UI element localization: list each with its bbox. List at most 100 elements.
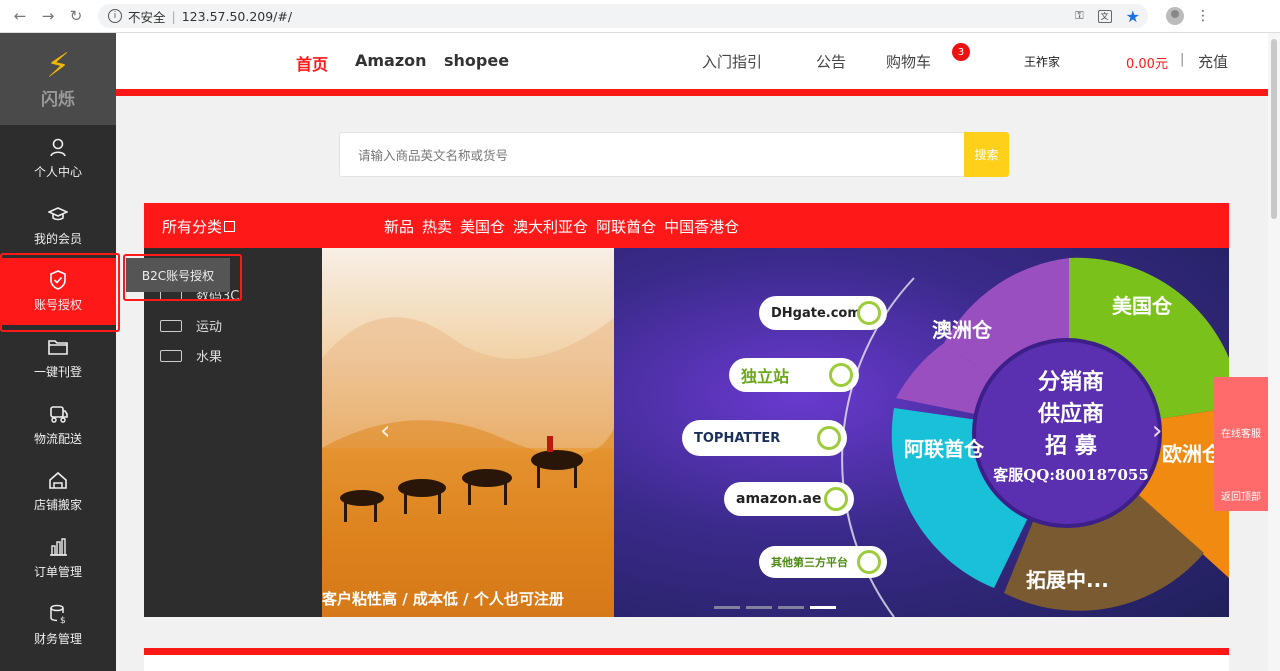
address-bar[interactable]: i 不安全 | 123.57.50.209/#/ ⚿ 文 ★ (98, 4, 1148, 28)
prev-arrow-icon[interactable]: ‹ (380, 416, 390, 446)
sidebar: ⚡ 闪烁 个人中心 我的会员 账号授权 一键刊登 物流配送 店铺搬家 订单管理 … (0, 33, 116, 671)
center-qq: 客服QQ:800187055 (993, 466, 1149, 484)
bullet-icon (857, 550, 881, 574)
recharge-link[interactable]: 充值 (1198, 51, 1228, 72)
sidebar-item-logistics[interactable]: 物流配送 (0, 392, 116, 459)
platform-label: 独立站 (741, 367, 790, 386)
info-icon[interactable]: i (108, 9, 122, 23)
center-title-3: 招 募 (1045, 433, 1097, 459)
back-to-top-button[interactable]: 返回顶部 (1214, 488, 1268, 503)
logo[interactable]: ⚡ 闪烁 (0, 33, 116, 125)
all-categories[interactable]: 所有分类 (162, 216, 235, 237)
bullet-icon (829, 363, 853, 387)
nav-shopee[interactable]: shopee (444, 51, 509, 70)
ring-label-us: 美国仓 (1112, 294, 1172, 318)
center-title-1: 分销商 (1037, 369, 1104, 395)
bullet-icon (824, 487, 848, 511)
category-link[interactable]: 中国香港仓 (664, 216, 739, 237)
next-section (144, 655, 1229, 671)
search-button[interactable]: 搜索 (964, 132, 1009, 177)
next-arrow-icon[interactable]: › (1152, 416, 1162, 446)
category-panel: 数码3C 运动 水果 (144, 248, 322, 617)
balance: 0.00元 (1126, 57, 1168, 72)
bed-icon (160, 349, 182, 362)
category-item[interactable]: 水果 (160, 346, 222, 365)
category-link[interactable]: 美国仓 (460, 216, 505, 237)
sidebar-item-orders[interactable]: 订单管理 (0, 525, 116, 592)
sidebar-item-membership[interactable]: 我的会员 (0, 192, 116, 259)
banner-carousel[interactable]: 客户粘性高 / 成本低 / 个人也可注册 分销商 供应商 招 募 客服QQ:80… (322, 248, 1229, 617)
search-placeholder: 请输入商品英文名称或货号 (358, 148, 509, 163)
nav-home[interactable]: 首页 (296, 51, 328, 75)
lightning-icon: ⚡ (46, 45, 70, 86)
sidebar-item-label: 个人中心 (33, 164, 82, 179)
address-divider: | (171, 8, 176, 24)
url-text: 123.57.50.209/#/ (181, 8, 293, 24)
svg-text:$: $ (60, 616, 66, 624)
bullet-icon (817, 426, 841, 450)
tooltip-highlight-outline (123, 254, 242, 301)
platform-amazon-ae: amazon.ae (724, 482, 854, 516)
forward-icon[interactable]: → (40, 7, 56, 25)
recruit-banner-image: 分销商 供应商 招 募 客服QQ:800187055 澳洲仓 美国仓 欧洲仓 阿… (614, 248, 1229, 617)
browser-menu-icon[interactable]: ⋮ (1196, 8, 1210, 24)
key-icon[interactable]: ⚿ (1075, 9, 1083, 23)
back-icon[interactable]: ← (12, 7, 28, 25)
sidebar-item-label: 物流配送 (33, 431, 82, 446)
category-link[interactable]: 新品 (384, 216, 414, 237)
sidebar-item-finance[interactable]: $ 财务管理 (0, 592, 116, 659)
ring-label-europe: 欧洲仓 (1162, 442, 1222, 466)
search-input[interactable]: 请输入商品英文名称或货号 (339, 132, 965, 177)
security-label: 不安全 (128, 9, 166, 25)
platform-label: TOPHATTER (694, 430, 781, 446)
online-service-button[interactable]: 在线客服 (1214, 425, 1268, 440)
desert-image: 客户粘性高 / 成本低 / 个人也可注册 (322, 248, 614, 617)
platform-label: amazon.ae (736, 491, 822, 507)
carousel-dot[interactable] (714, 606, 740, 609)
category-item[interactable]: 运动 (160, 316, 222, 335)
sidebar-item-store-move[interactable]: 店铺搬家 (0, 458, 116, 525)
sidebar-item-label: 我的会员 (33, 231, 82, 246)
platform-other: 其他第三方平台 (759, 546, 887, 578)
bar-chart-icon (50, 538, 67, 556)
sidebar-item-publish[interactable]: 一键刊登 (0, 325, 116, 392)
username[interactable]: 王祚家 (1024, 53, 1060, 70)
folder-icon (48, 340, 68, 355)
address-actions: ⚿ 文 ★ (1075, 7, 1148, 26)
category-link[interactable]: 阿联酋仓 (596, 216, 656, 237)
scrollbar-thumb[interactable] (1271, 39, 1277, 219)
link-cart[interactable]: 购物车 (886, 51, 931, 72)
reload-icon[interactable]: ↻ (68, 7, 84, 25)
category-link[interactable]: 热卖 (422, 216, 452, 237)
bookmark-star-icon[interactable]: ★ (1126, 7, 1140, 26)
category-links: 新品 热卖 美国仓 澳大利亚仓 阿联酋仓 中国香港仓 (384, 216, 739, 237)
ring-label-uae: 阿联酋仓 (904, 437, 984, 461)
platform-independent: 独立站 (729, 358, 859, 392)
translate-icon[interactable]: 文 (1097, 9, 1112, 23)
bullet-icon (857, 301, 881, 325)
sidebar-item-label: 订单管理 (33, 564, 82, 579)
finance-icon: $ (50, 604, 66, 624)
ring-label-australia: 澳洲仓 (932, 318, 992, 342)
ring-label-expanding: 拓展中... (1026, 568, 1109, 592)
carousel-dot[interactable] (746, 606, 772, 609)
banner-caption: 客户粘性高 / 成本低 / 个人也可注册 (322, 590, 564, 608)
link-guide[interactable]: 入门指引 (702, 51, 762, 72)
platform-dhgate: DHgate.com (759, 296, 887, 330)
carousel-dots (714, 606, 836, 609)
profile-avatar[interactable] (1166, 7, 1184, 25)
sidebar-item-profile[interactable]: 个人中心 (0, 125, 116, 192)
link-notice[interactable]: 公告 (816, 51, 846, 72)
carousel-dot[interactable] (778, 606, 804, 609)
camel-caravan-image (322, 317, 614, 617)
category-item-label: 水果 (196, 350, 223, 365)
top-header: 首页 Amazon shopee 入门指引 公告 购物车 3 王祚家 0.00元… (116, 33, 1268, 90)
sidebar-item-label: 店铺搬家 (33, 498, 82, 513)
carousel-dot-active[interactable] (810, 606, 836, 609)
scrollbar[interactable] (1268, 33, 1280, 671)
category-link[interactable]: 澳大利亚仓 (513, 216, 588, 237)
header-divider: | (1180, 52, 1185, 67)
center-title-2: 供应商 (1037, 401, 1104, 427)
header-divider-bar (116, 89, 1268, 96)
nav-amazon[interactable]: Amazon (355, 51, 427, 70)
